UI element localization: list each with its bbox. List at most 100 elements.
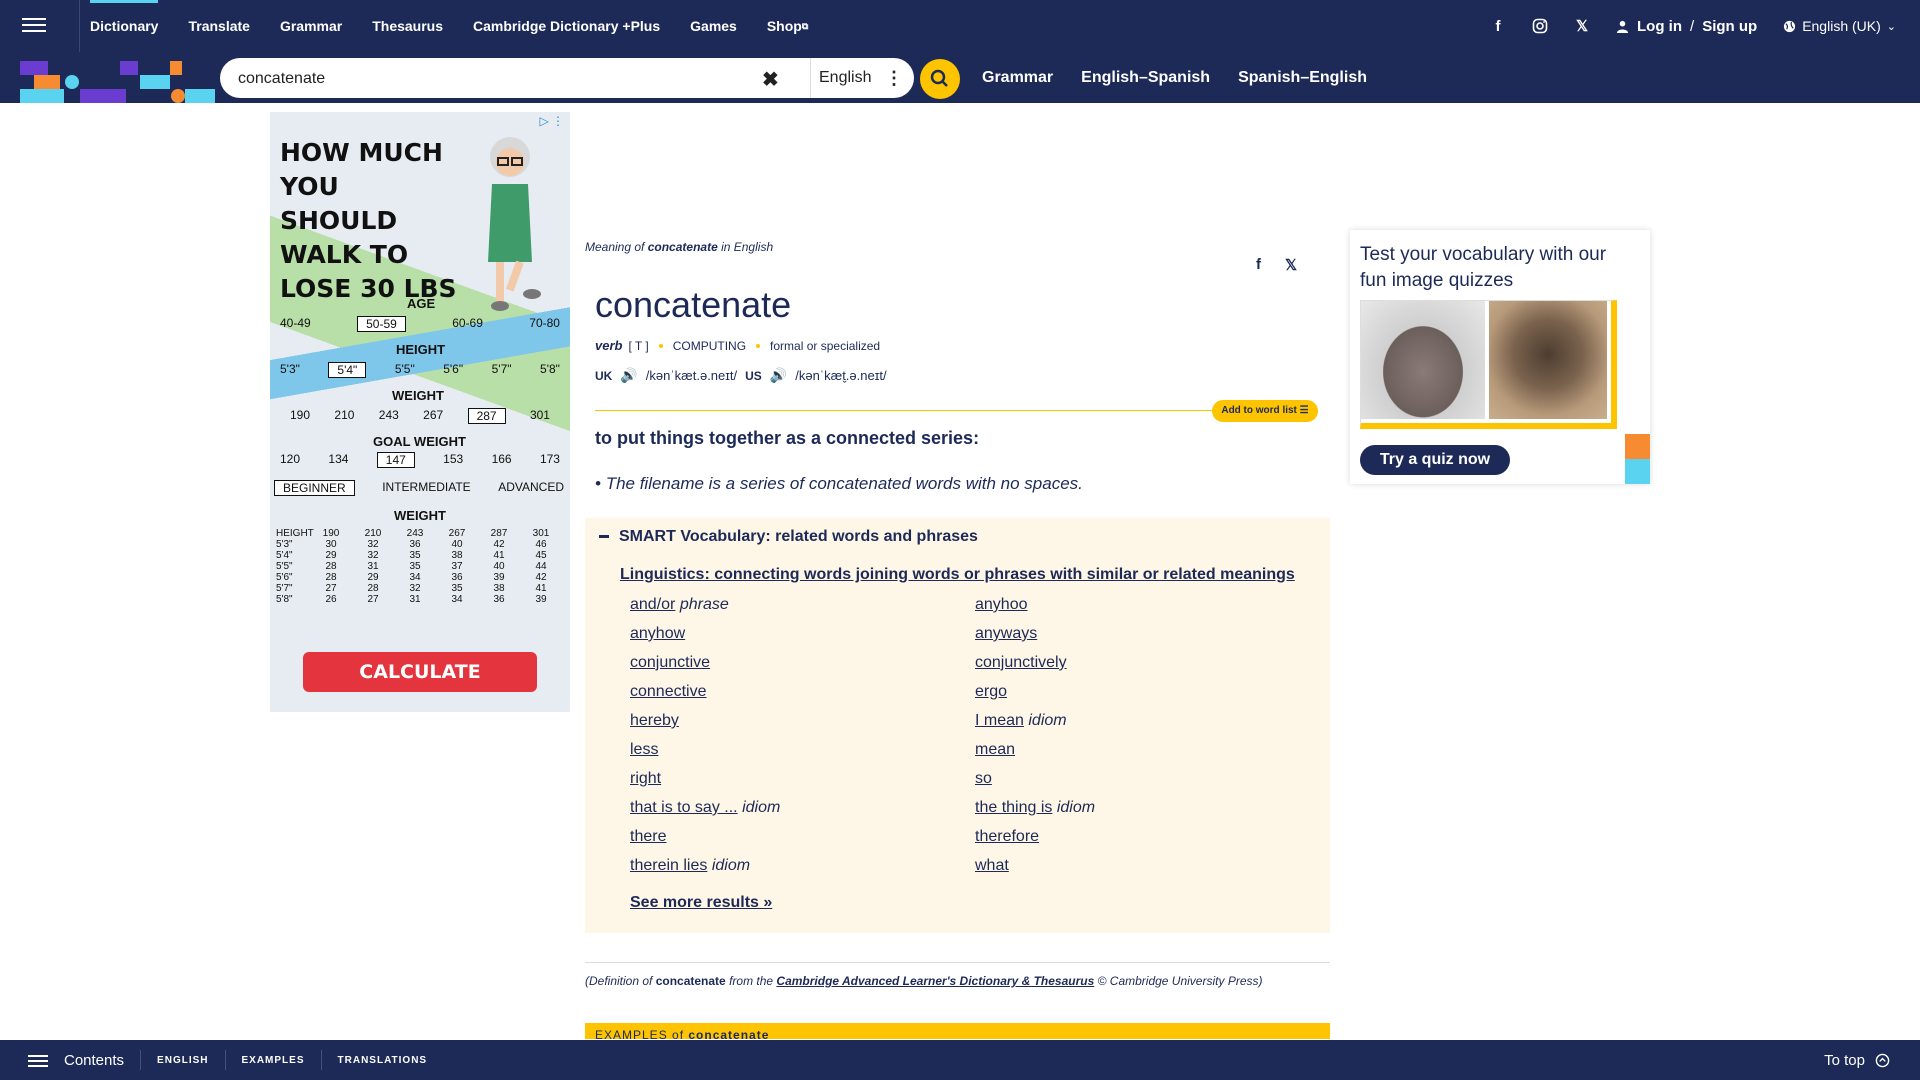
ad-level-option[interactable]: INTERMEDIATE <box>382 480 470 496</box>
ad-goal-option[interactable]: 147 <box>376 452 415 468</box>
smart-vocab-toggle[interactable]: SMART Vocabulary: related words and phra… <box>599 528 978 546</box>
to-top-button[interactable]: To top <box>1824 1040 1890 1080</box>
menu-icon[interactable] <box>22 14 46 36</box>
nav-plus[interactable]: Cambridge Dictionary +Plus <box>473 0 660 52</box>
instagram-icon[interactable] <box>1532 18 1548 34</box>
facebook-share-icon[interactable]: f <box>1256 256 1261 274</box>
related-word-link[interactable]: mean <box>975 741 1015 758</box>
ad-height-option[interactable]: 5'8" <box>540 362 560 378</box>
ad-age-option[interactable]: 50-59 <box>357 316 406 332</box>
related-word-link[interactable]: therein lies <box>630 857 707 874</box>
related-word-link[interactable]: less <box>630 741 658 758</box>
ad-goal-option[interactable]: 120 <box>280 452 300 468</box>
related-word-link[interactable]: that is to say ... <box>630 799 738 816</box>
related-word[interactable]: mean <box>975 741 1015 759</box>
ad-weight-option[interactable]: 210 <box>334 408 354 424</box>
related-word[interactable]: anyhoo <box>975 596 1028 614</box>
related-word[interactable]: ergo <box>975 683 1007 701</box>
related-word-link[interactable]: I mean <box>975 712 1024 729</box>
related-word[interactable]: hereby <box>630 712 679 730</box>
clear-icon[interactable]: ✖ <box>762 67 779 92</box>
ad-weight-option[interactable]: 190 <box>290 408 310 424</box>
us-audio-icon[interactable]: 🔊 <box>770 367 787 384</box>
ad-age-option[interactable]: 40-49 <box>280 316 311 332</box>
ad-weight-option[interactable]: 267 <box>423 408 443 424</box>
nav-games[interactable]: Games <box>690 0 737 52</box>
ad-height-option[interactable]: 5'4" <box>328 362 367 378</box>
login-link[interactable]: Log in <box>1637 18 1682 35</box>
related-word-link[interactable]: the thing is <box>975 799 1052 816</box>
related-word[interactable]: less <box>630 741 658 759</box>
nav-thesaurus[interactable]: Thesaurus <box>372 0 443 52</box>
nav-grammar[interactable]: Grammar <box>280 0 342 52</box>
ad-goal-option[interactable]: 153 <box>443 452 463 468</box>
uk-audio-icon[interactable]: 🔊 <box>620 367 637 384</box>
related-word[interactable]: right <box>630 770 661 788</box>
ad-weight-option[interactable]: 301 <box>530 408 550 424</box>
ad-age-option[interactable]: 70-80 <box>529 316 560 332</box>
bottom-link-english[interactable]: ENGLISH <box>157 1055 208 1066</box>
related-word[interactable]: so <box>975 770 992 788</box>
related-word-link[interactable]: therefore <box>975 828 1039 845</box>
ad-height-option[interactable]: 5'6" <box>443 362 463 378</box>
related-word-link[interactable]: ergo <box>975 683 1007 700</box>
ad-goal-option[interactable]: 166 <box>492 452 512 468</box>
bottom-link-examples[interactable]: EXAMPLES <box>242 1055 305 1066</box>
related-word[interactable]: and/or phrase <box>630 596 729 614</box>
related-word[interactable]: conjunctively <box>975 654 1067 672</box>
related-word[interactable]: I mean idiom <box>975 712 1067 730</box>
ad-height-option[interactable]: 5'3" <box>280 362 300 378</box>
grammar-code[interactable]: [ T ] <box>628 339 648 353</box>
related-word-link[interactable]: connective <box>630 683 707 700</box>
x-icon[interactable]: 𝕏 <box>1574 18 1590 35</box>
smart-vocab-topic[interactable]: Linguistics: connecting words joining wo… <box>620 566 1295 584</box>
try-quiz-button[interactable]: Try a quiz now <box>1360 445 1510 475</box>
cambridge-logo[interactable] <box>20 56 215 103</box>
related-word-link[interactable]: hereby <box>630 712 679 729</box>
related-word-link[interactable]: and/or <box>630 596 675 613</box>
language-selector[interactable]: English (UK) ⌄ <box>1783 18 1896 34</box>
ad-level-option[interactable]: BEGINNER <box>274 480 355 496</box>
related-word[interactable]: anyhow <box>630 625 685 643</box>
add-to-word-list-button[interactable]: Add to word list ☰ <box>1212 400 1318 422</box>
quick-link-spanish-english[interactable]: Spanish–English <box>1238 69 1367 87</box>
x-share-icon[interactable]: 𝕏 <box>1285 256 1297 274</box>
related-word-link[interactable]: anyhow <box>630 625 685 642</box>
related-word[interactable]: that is to say ... idiom <box>630 799 780 817</box>
nav-translate[interactable]: Translate <box>188 0 249 52</box>
quiz-image[interactable] <box>1360 300 1617 429</box>
quick-link-grammar[interactable]: Grammar <box>982 69 1053 87</box>
ad-weight-option[interactable]: 243 <box>379 408 399 424</box>
related-word-link[interactable]: anyhoo <box>975 596 1028 613</box>
facebook-icon[interactable]: f <box>1490 18 1506 35</box>
login-signup[interactable]: Log in / Sign up <box>1616 18 1757 35</box>
ad-height-option[interactable]: 5'5" <box>395 362 415 378</box>
related-word[interactable]: conjunctive <box>630 654 710 672</box>
credit-source-link[interactable]: Cambridge Advanced Learner's Dictionary … <box>776 974 1094 988</box>
related-word-link[interactable]: conjunctive <box>630 654 710 671</box>
ad-level-option[interactable]: ADVANCED <box>498 480 564 496</box>
more-options-icon[interactable]: ⋮ <box>885 68 903 89</box>
related-word[interactable]: what <box>975 857 1009 875</box>
ad-weight-option[interactable]: 287 <box>467 408 506 424</box>
related-word-link[interactable]: there <box>630 828 666 845</box>
related-word[interactable]: therein lies idiom <box>630 857 750 875</box>
ad-calculate-button[interactable]: CALCULATE <box>303 652 537 692</box>
related-word-link[interactable]: so <box>975 770 992 787</box>
search-input[interactable] <box>236 58 760 100</box>
related-word[interactable]: therefore <box>975 828 1039 846</box>
advertisement[interactable]: ▷ ⋮ HOW MUCH YOU SHOULD WALK TO LOSE 30 … <box>270 112 570 712</box>
related-word[interactable]: anyways <box>975 625 1037 643</box>
contents-link[interactable]: Contents <box>64 1052 124 1069</box>
part-of-speech[interactable]: verb <box>595 338 622 353</box>
ad-goal-option[interactable]: 173 <box>540 452 560 468</box>
signup-link[interactable]: Sign up <box>1702 18 1757 35</box>
related-word-link[interactable]: right <box>630 770 661 787</box>
related-word-link[interactable]: conjunctively <box>975 654 1067 671</box>
ad-height-option[interactable]: 5'7" <box>492 362 512 378</box>
contents-menu-icon[interactable] <box>28 1052 48 1070</box>
nav-shop[interactable]: Shop⧉ <box>767 0 808 52</box>
related-word[interactable]: there <box>630 828 666 846</box>
related-word[interactable]: the thing is idiom <box>975 799 1095 817</box>
nav-dictionary[interactable]: Dictionary <box>90 0 159 52</box>
